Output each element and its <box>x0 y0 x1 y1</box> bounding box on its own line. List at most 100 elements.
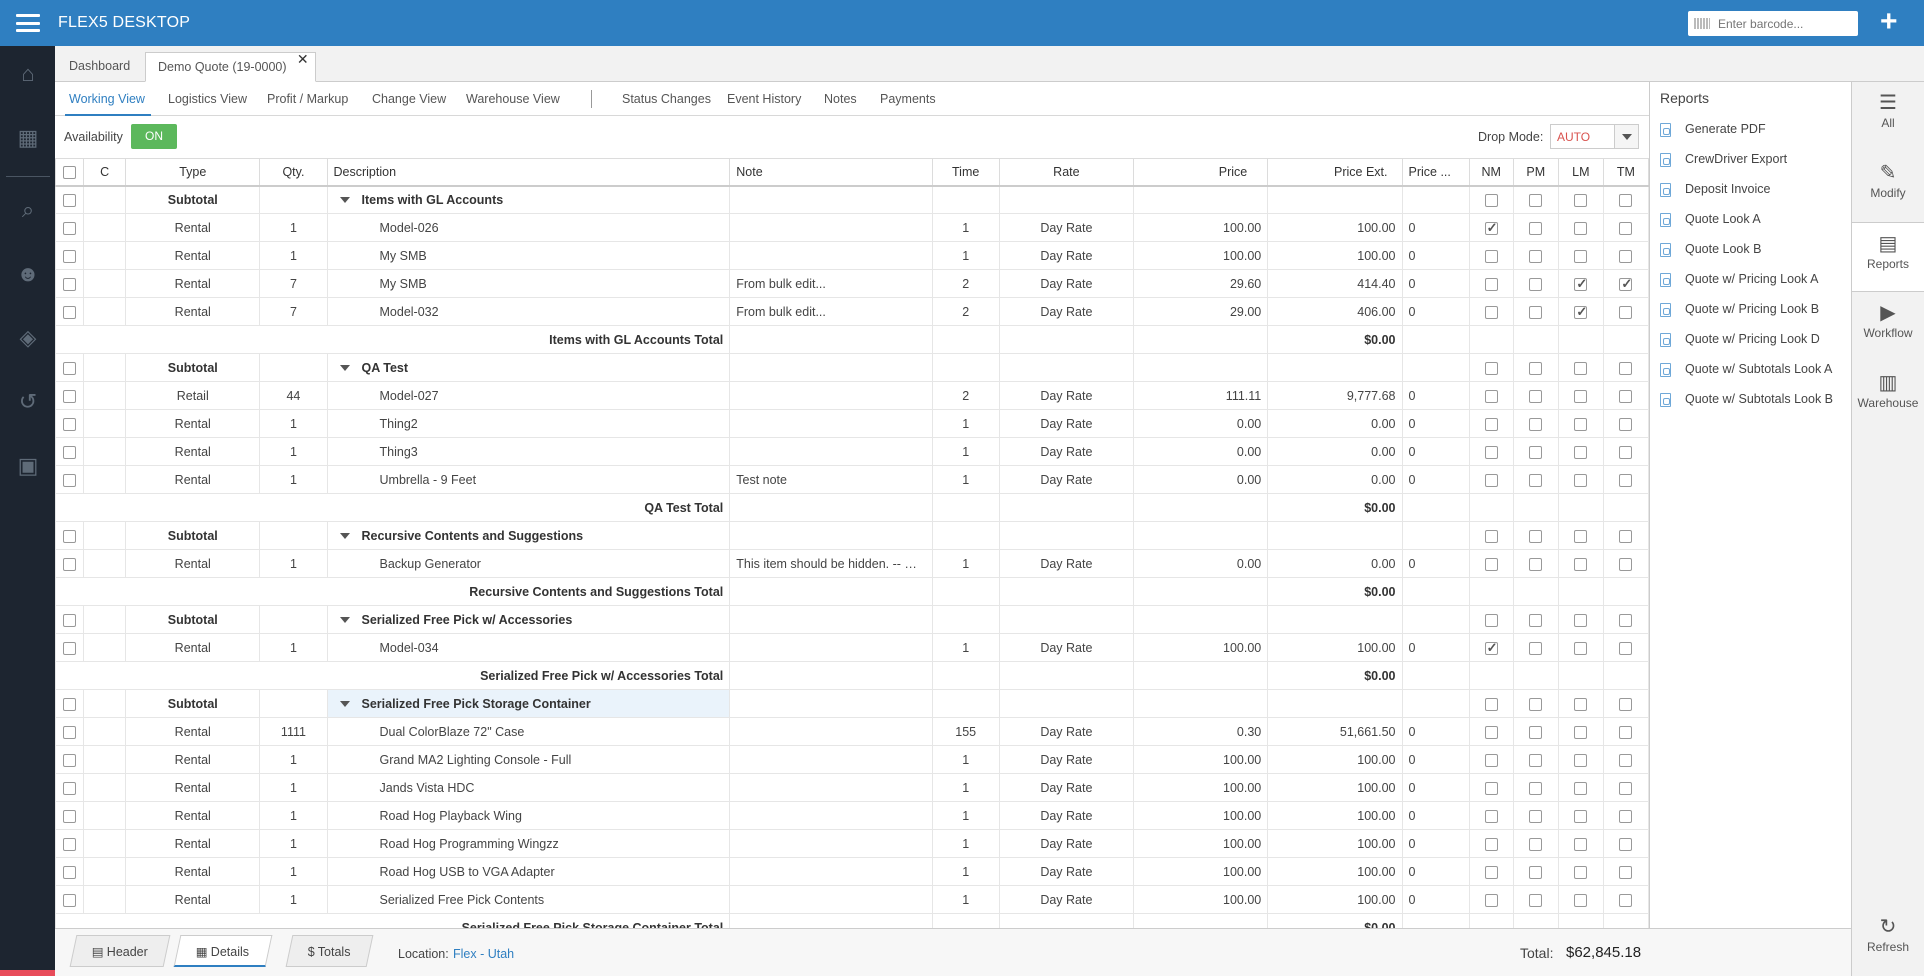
column-header[interactable]: Description <box>326 158 731 187</box>
row-checkbox[interactable] <box>63 221 77 235</box>
row-checkbox[interactable] <box>63 725 77 739</box>
pm-checkbox[interactable] <box>1529 725 1543 739</box>
tm-checkbox[interactable] <box>1619 809 1633 823</box>
lm-checkbox[interactable] <box>1574 389 1588 403</box>
subtotal-row[interactable]: Subtotal Serialized Free Pick w/ Accessor… <box>55 605 1649 634</box>
nm-checkbox[interactable] <box>1484 389 1498 403</box>
report-crewdriver-export[interactable]: CrewDriver Export <box>1660 152 1787 172</box>
pm-checkbox[interactable] <box>1529 361 1543 375</box>
nm-checkbox[interactable] <box>1484 529 1498 543</box>
pm-checkbox[interactable] <box>1529 193 1543 207</box>
row-checkbox[interactable] <box>63 837 77 851</box>
report-quote-look-a[interactable]: Quote Look A <box>1660 212 1761 232</box>
row-checkbox[interactable] <box>63 613 77 627</box>
pm-checkbox[interactable] <box>1529 893 1543 907</box>
tm-checkbox[interactable] <box>1619 613 1633 627</box>
column-header[interactable]: Rate <box>998 158 1135 187</box>
column-header[interactable]: NM <box>1468 158 1514 187</box>
action-modify[interactable]: ✎ Modify <box>1852 152 1924 222</box>
table-row[interactable]: Rental 1 Model-026 1 Day Rate 100.00 100.00 0 <box>55 213 1649 242</box>
chevron-down-icon[interactable] <box>1614 125 1638 148</box>
pm-checkbox[interactable] <box>1529 277 1543 291</box>
column-header[interactable]: Price Ext. <box>1267 158 1403 187</box>
collapse-caret-icon[interactable] <box>339 701 350 708</box>
report-pricing-look-d[interactable]: Quote w/ Pricing Look D <box>1660 332 1820 352</box>
subtab-payments[interactable]: Payments <box>880 92 936 106</box>
column-header[interactable]: Type <box>125 158 261 187</box>
pm-checkbox[interactable] <box>1529 529 1543 543</box>
nm-checkbox[interactable] <box>1484 837 1498 851</box>
row-checkbox[interactable] <box>63 893 77 907</box>
nm-checkbox[interactable] <box>1484 220 1498 236</box>
column-header[interactable]: TM <box>1602 158 1649 187</box>
tm-checkbox[interactable] <box>1619 249 1633 263</box>
footer-tab-details[interactable]: ▦ Details <box>173 935 272 967</box>
tm-checkbox[interactable] <box>1619 641 1633 655</box>
users-icon[interactable]: ☻ <box>14 260 42 288</box>
select-all-checkbox[interactable] <box>63 165 77 179</box>
pm-checkbox[interactable] <box>1529 445 1543 459</box>
pm-checkbox[interactable] <box>1529 613 1543 627</box>
group-description-cell[interactable]: Items with GL Accounts <box>326 185 731 214</box>
row-checkbox[interactable] <box>63 193 77 207</box>
subtab-change-view[interactable]: Change View <box>372 92 446 106</box>
report-subtotals-look-b[interactable]: Quote w/ Subtotals Look B <box>1660 392 1833 412</box>
nm-checkbox[interactable] <box>1484 473 1498 487</box>
group-description-cell[interactable]: Serialized Free Pick Storage Container <box>326 689 731 718</box>
nm-checkbox[interactable] <box>1484 893 1498 907</box>
subtab-profit-markup[interactable]: Profit / Markup <box>267 92 348 106</box>
lm-checkbox[interactable] <box>1574 613 1588 627</box>
row-checkbox[interactable] <box>63 753 77 767</box>
table-row[interactable]: Rental 7 My SMB From bulk edit... 2 Day Rate 2… <box>55 269 1649 298</box>
row-checkbox[interactable] <box>63 641 77 655</box>
tm-checkbox[interactable] <box>1619 276 1633 292</box>
close-icon[interactable]: ✕ <box>297 45 309 74</box>
tm-checkbox[interactable] <box>1619 473 1633 487</box>
pm-checkbox[interactable] <box>1529 753 1543 767</box>
table-row[interactable]: Rental 1 Model-034 1 Day Rate 100.00 100.00 0 <box>55 633 1649 662</box>
action-refresh[interactable]: ↻ Refresh <box>1852 906 1924 976</box>
table-row[interactable]: Rental 1 Grand MA2 Lighting Console - Full… <box>55 745 1649 774</box>
table-row[interactable]: Rental 1 Serialized Free Pick Contents 1 Day… <box>55 885 1649 914</box>
column-header[interactable]: LM <box>1557 158 1604 187</box>
report-quote-look-b[interactable]: Quote Look B <box>1660 242 1761 262</box>
collapse-caret-icon[interactable] <box>339 365 350 372</box>
action-reports[interactable]: ▤ Reports <box>1852 222 1924 292</box>
pm-checkbox[interactable] <box>1529 305 1543 319</box>
lm-checkbox[interactable] <box>1574 865 1588 879</box>
report-deposit-invoice[interactable]: Deposit Invoice <box>1660 182 1770 202</box>
pm-checkbox[interactable] <box>1529 865 1543 879</box>
barcode-input[interactable] <box>1718 14 1852 33</box>
row-checkbox[interactable] <box>63 557 77 571</box>
lm-checkbox[interactable] <box>1574 304 1588 320</box>
pm-checkbox[interactable] <box>1529 837 1543 851</box>
pm-checkbox[interactable] <box>1529 473 1543 487</box>
action-warehouse[interactable]: ▥ Warehouse <box>1852 362 1924 432</box>
collapse-caret-icon[interactable] <box>339 617 350 624</box>
row-checkbox[interactable] <box>63 809 77 823</box>
table-row[interactable]: Rental 1111 Dual ColorBlaze 72" Case 155 Day… <box>55 717 1649 746</box>
tm-checkbox[interactable] <box>1619 361 1633 375</box>
lm-checkbox[interactable] <box>1574 781 1588 795</box>
tm-checkbox[interactable] <box>1619 725 1633 739</box>
tm-checkbox[interactable] <box>1619 837 1633 851</box>
subtab-event-history[interactable]: Event History <box>727 92 801 106</box>
pm-checkbox[interactable] <box>1529 249 1543 263</box>
subtab-notes[interactable]: Notes <box>824 92 857 106</box>
pm-checkbox[interactable] <box>1529 809 1543 823</box>
subtab-status-changes[interactable]: Status Changes <box>622 92 711 106</box>
tm-checkbox[interactable] <box>1619 753 1633 767</box>
tm-checkbox[interactable] <box>1619 389 1633 403</box>
tm-checkbox[interactable] <box>1619 445 1633 459</box>
group-description-cell[interactable]: Serialized Free Pick w/ Accessories <box>326 605 731 634</box>
collapse-caret-icon[interactable] <box>339 533 350 540</box>
nm-checkbox[interactable] <box>1484 305 1498 319</box>
availability-toggle[interactable]: ON <box>131 124 177 149</box>
subtab-logistics-view[interactable]: Logistics View <box>168 92 247 106</box>
table-row[interactable]: Rental 1 Umbrella - 9 Feet Test note 1 Day Ra… <box>55 465 1649 494</box>
lm-checkbox[interactable] <box>1574 809 1588 823</box>
box-icon[interactable]: ◈ <box>14 324 42 352</box>
pm-checkbox[interactable] <box>1529 641 1543 655</box>
nm-checkbox[interactable] <box>1484 697 1498 711</box>
table-row[interactable]: Rental 1 My SMB 1 Day Rate 100.00 100.00 0 <box>55 241 1649 270</box>
